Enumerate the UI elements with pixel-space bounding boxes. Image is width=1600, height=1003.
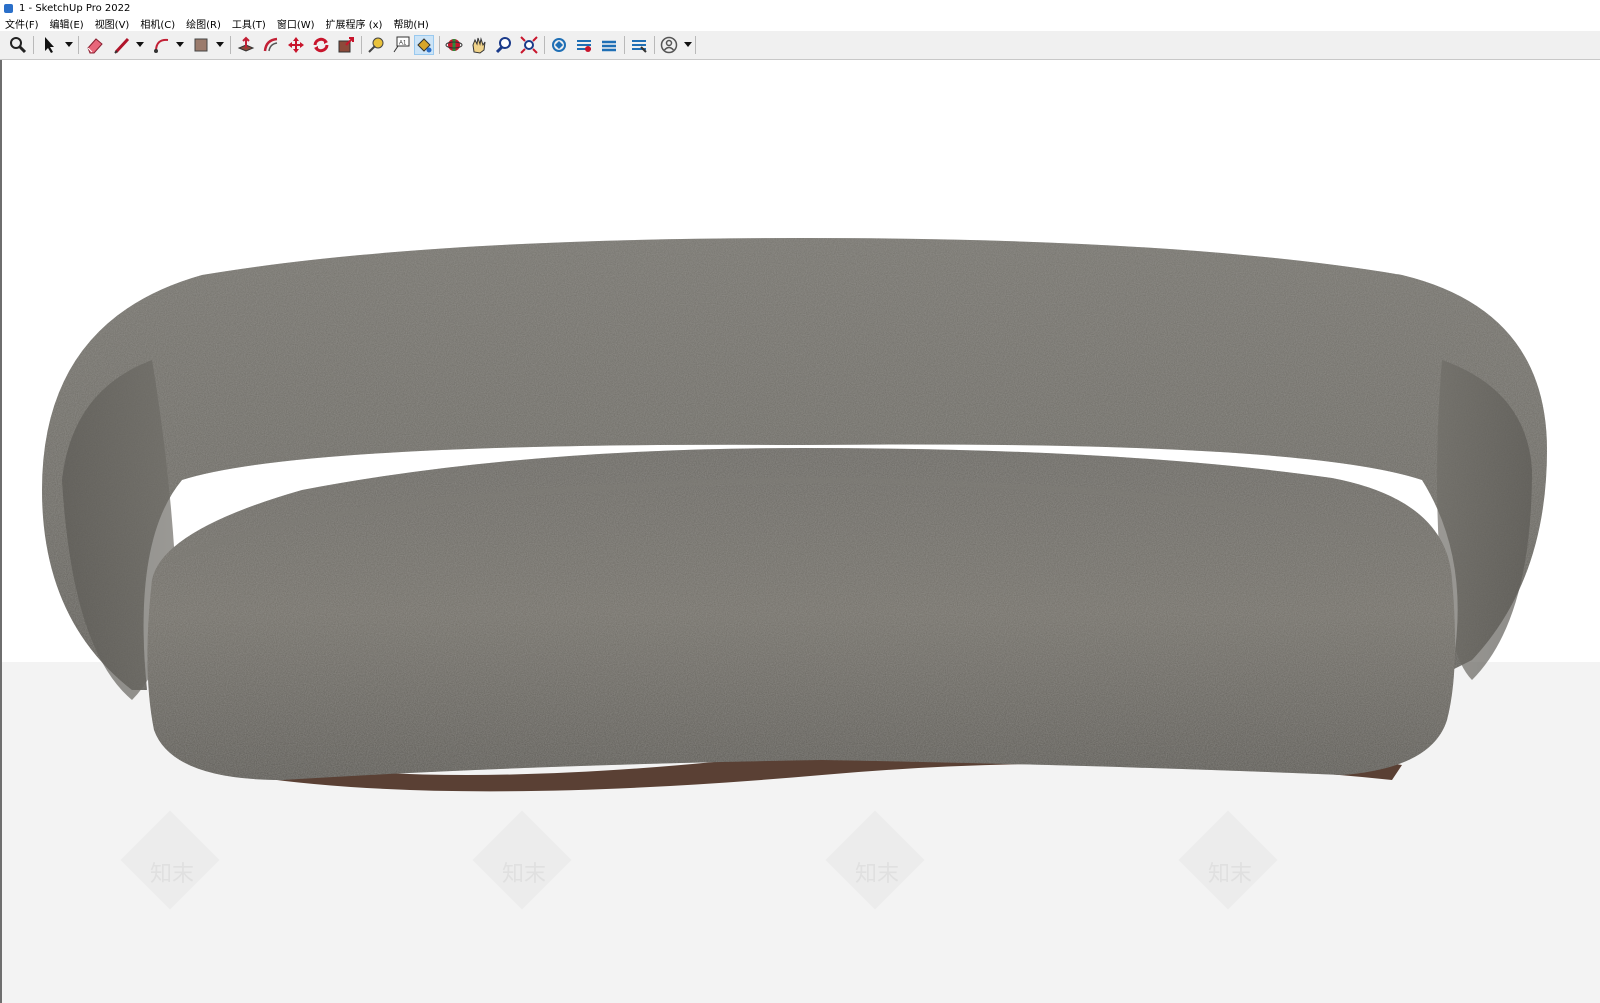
toolbar-separator: [230, 36, 231, 54]
menu-draw[interactable]: 绘图(R): [186, 16, 221, 31]
layout-icon[interactable]: [599, 35, 619, 55]
window-title: 1 - SketchUp Pro 2022: [19, 2, 131, 14]
menu-tools[interactable]: 工具(T): [232, 16, 266, 31]
menu-window[interactable]: 窗口(W): [277, 16, 315, 31]
toolbar-separator: [33, 36, 34, 54]
pencil-line-icon[interactable]: [112, 35, 132, 55]
menu-extensions[interactable]: 扩展程序 (x): [326, 16, 383, 31]
arc-icon[interactable]: [152, 35, 172, 55]
orbit-icon[interactable]: [444, 35, 464, 55]
toolbar-separator: [624, 36, 625, 54]
toolbar-separator: [78, 36, 79, 54]
extension-manager-icon[interactable]: [629, 35, 649, 55]
rotate-icon[interactable]: [311, 35, 331, 55]
menu-file[interactable]: 文件(F): [5, 16, 39, 31]
menu-help[interactable]: 帮助(H): [393, 16, 428, 31]
move-icon[interactable]: [286, 35, 306, 55]
select-icon[interactable]: [39, 35, 59, 55]
shape-dropdown-icon[interactable]: [216, 42, 224, 47]
toolbar-separator: [654, 36, 655, 54]
app-icon: [4, 3, 13, 13]
scale-icon[interactable]: [336, 35, 356, 55]
toolbar: A1: [0, 31, 1600, 60]
account-dropdown-icon[interactable]: [684, 42, 692, 47]
svg-text:A1: A1: [399, 41, 407, 47]
menu-edit[interactable]: 编辑(E): [50, 16, 84, 31]
paint-bucket-icon[interactable]: [414, 35, 434, 55]
zoom-icon[interactable]: [8, 35, 28, 55]
select-dropdown-icon[interactable]: [65, 42, 73, 47]
warehouse-icon[interactable]: [549, 35, 569, 55]
zoom-window-icon[interactable]: [494, 35, 514, 55]
toolbar-separator: [439, 36, 440, 54]
line-dropdown-icon[interactable]: [136, 42, 144, 47]
arc-dropdown-icon[interactable]: [176, 42, 184, 47]
sofa-model[interactable]: [2, 60, 1600, 1003]
eraser-icon[interactable]: [85, 35, 105, 55]
model-viewport[interactable]: 知末 知末 知末 知末: [0, 60, 1600, 1003]
menu-camera[interactable]: 相机(C): [140, 16, 175, 31]
account-icon[interactable]: [659, 35, 679, 55]
toolbar-separator: [361, 36, 362, 54]
tape-measure-icon[interactable]: [366, 35, 386, 55]
title-bar: 1 - SketchUp Pro 2022: [0, 0, 1600, 16]
menu-bar: 文件(F) 编辑(E) 视图(V) 相机(C) 绘图(R) 工具(T) 窗口(W…: [0, 16, 1600, 31]
toolbar-separator: [695, 36, 696, 54]
offset-icon[interactable]: [261, 35, 281, 55]
toolbar-separator: [544, 36, 545, 54]
push-pull-icon[interactable]: [236, 35, 256, 55]
text-icon[interactable]: A1: [391, 35, 411, 55]
extension-warehouse-icon[interactable]: [574, 35, 594, 55]
pan-icon[interactable]: [469, 35, 489, 55]
menu-view[interactable]: 视图(V): [95, 16, 130, 31]
zoom-extents-icon[interactable]: [519, 35, 539, 55]
rectangle-icon[interactable]: [191, 35, 211, 55]
